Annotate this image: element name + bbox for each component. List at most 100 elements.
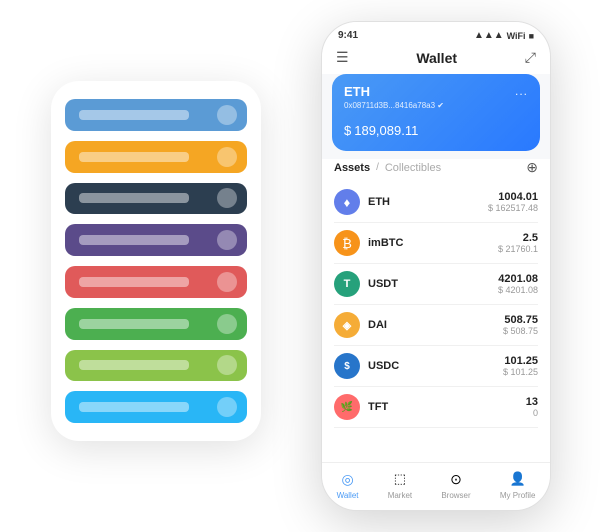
tft-name: TFT: [368, 401, 526, 413]
asset-row-dai[interactable]: ◈ DAI 508.75 $ 508.75: [334, 305, 538, 346]
card-7[interactable]: [65, 350, 247, 382]
bottom-nav: ◎ Wallet ⬚ Market ⊙ Browser 👤 My Profile: [322, 462, 550, 510]
profile-nav-icon: 👤: [508, 469, 528, 489]
eth-amount: 1004.01 $ 162517.48: [488, 191, 538, 213]
usdt-logo: T: [334, 271, 360, 297]
card-6-icon: [217, 314, 237, 334]
market-nav-icon: ⬚: [390, 469, 410, 489]
asset-row-usdc[interactable]: $ USDC 101.25 $ 101.25: [334, 346, 538, 387]
status-icons: ▲▲▲ WiFi ■: [474, 30, 534, 41]
eth-amount-usd: $ 162517.48: [488, 203, 538, 213]
wallet-nav-icon: ◎: [338, 469, 358, 489]
usdt-amount: 4201.08 $ 4201.08: [498, 273, 538, 295]
scene: 9:41 ▲▲▲ WiFi ■ ☰ Wallet ⤢ ... ETH 0x087…: [31, 21, 571, 511]
eth-card[interactable]: ... ETH 0x08711d3B...8416a78a3 ✔ $189,08…: [332, 74, 540, 151]
card-6-label: [79, 319, 189, 329]
asset-row-eth[interactable]: ♦ ETH 1004.01 $ 162517.48: [334, 182, 538, 223]
tft-amount-usd: 0: [526, 408, 538, 418]
nav-profile[interactable]: 👤 My Profile: [500, 469, 536, 500]
battery-icon: ■: [529, 31, 534, 41]
usdc-name: USDC: [368, 360, 503, 372]
card-1-icon: [217, 105, 237, 125]
card-7-icon: [217, 355, 237, 375]
card-4[interactable]: [65, 224, 247, 256]
imbtc-amount: 2.5 $ 21760.1: [498, 232, 538, 254]
eth-card-address: 0x08711d3B...8416a78a3 ✔: [344, 101, 528, 110]
usdc-logo: $: [334, 353, 360, 379]
card-5-label: [79, 277, 189, 287]
card-8-icon: [217, 397, 237, 417]
imbtc-amount-main: 2.5: [498, 232, 538, 244]
card-6[interactable]: [65, 308, 247, 340]
card-5-icon: [217, 272, 237, 292]
nav-browser[interactable]: ⊙ Browser: [441, 469, 470, 500]
profile-nav-label: My Profile: [500, 491, 536, 500]
browser-nav-label: Browser: [441, 491, 470, 500]
asset-row-usdt[interactable]: T USDT 4201.08 $ 4201.08: [334, 264, 538, 305]
eth-card-more[interactable]: ...: [515, 84, 528, 98]
card-8-label: [79, 402, 189, 412]
card-7-label: [79, 360, 189, 370]
balance-value: 189,089.11: [354, 123, 418, 138]
balance-symbol: $: [344, 123, 351, 138]
card-4-label: [79, 235, 189, 245]
asset-row-tft[interactable]: 🌿 TFT 13 0: [334, 387, 538, 428]
tab-assets[interactable]: Assets: [334, 162, 370, 174]
card-4-icon: [217, 230, 237, 250]
dai-name: DAI: [368, 319, 503, 331]
eth-logo: ♦: [334, 189, 360, 215]
nav-market[interactable]: ⬚ Market: [388, 469, 412, 500]
wallet-nav-label: Wallet: [337, 491, 359, 500]
dai-amount-usd: $ 508.75: [503, 326, 538, 336]
page-title: Wallet: [416, 50, 457, 66]
asset-list: ♦ ETH 1004.01 $ 162517.48 ₿ imBTC 2.5 $ …: [322, 182, 550, 462]
wifi-icon: WiFi: [507, 31, 526, 41]
imbtc-logo: ₿: [334, 230, 360, 256]
tft-logo: 🌿: [334, 394, 360, 420]
card-3-icon: [217, 188, 237, 208]
card-2[interactable]: [65, 141, 247, 173]
imbtc-amount-usd: $ 21760.1: [498, 244, 538, 254]
usdc-amount-main: 101.25: [503, 355, 538, 367]
tab-collectibles[interactable]: Collectibles: [385, 162, 441, 174]
card-5[interactable]: [65, 266, 247, 298]
card-1-label: [79, 110, 189, 120]
card-3-label: [79, 193, 189, 203]
usdt-name: USDT: [368, 278, 498, 290]
usdt-amount-usd: $ 4201.08: [498, 285, 538, 295]
dai-amount-main: 508.75: [503, 314, 538, 326]
card-2-icon: [217, 147, 237, 167]
eth-card-title: ETH: [344, 84, 528, 99]
card-2-label: [79, 152, 189, 162]
card-1[interactable]: [65, 99, 247, 131]
expand-icon[interactable]: ⤢: [525, 49, 536, 66]
time: 9:41: [338, 30, 358, 41]
nav-wallet[interactable]: ◎ Wallet: [337, 469, 359, 500]
phone-header: ☰ Wallet ⤢: [322, 45, 550, 74]
eth-amount-main: 1004.01: [488, 191, 538, 203]
background-phone: [51, 81, 261, 441]
card-3[interactable]: [65, 183, 247, 215]
usdc-amount: 101.25 $ 101.25: [503, 355, 538, 377]
eth-card-balance: $189,089.11: [344, 118, 528, 141]
signal-icon: ▲▲▲: [474, 30, 504, 41]
tabs-left: Assets / Collectibles: [334, 162, 441, 174]
tft-amount-main: 13: [526, 396, 538, 408]
main-phone: 9:41 ▲▲▲ WiFi ■ ☰ Wallet ⤢ ... ETH 0x087…: [321, 21, 551, 511]
market-nav-label: Market: [388, 491, 412, 500]
imbtc-name: imBTC: [368, 237, 498, 249]
card-8[interactable]: [65, 391, 247, 423]
eth-name: ETH: [368, 196, 488, 208]
tft-amount: 13 0: [526, 396, 538, 418]
add-asset-icon[interactable]: ⊕: [526, 159, 538, 176]
assets-tabs: Assets / Collectibles ⊕: [322, 159, 550, 182]
dai-logo: ◈: [334, 312, 360, 338]
asset-row-imbtc[interactable]: ₿ imBTC 2.5 $ 21760.1: [334, 223, 538, 264]
browser-nav-icon: ⊙: [446, 469, 466, 489]
usdc-amount-usd: $ 101.25: [503, 367, 538, 377]
menu-icon[interactable]: ☰: [336, 49, 349, 66]
usdt-amount-main: 4201.08: [498, 273, 538, 285]
tab-separator: /: [376, 162, 379, 173]
dai-amount: 508.75 $ 508.75: [503, 314, 538, 336]
status-bar: 9:41 ▲▲▲ WiFi ■: [322, 22, 550, 45]
